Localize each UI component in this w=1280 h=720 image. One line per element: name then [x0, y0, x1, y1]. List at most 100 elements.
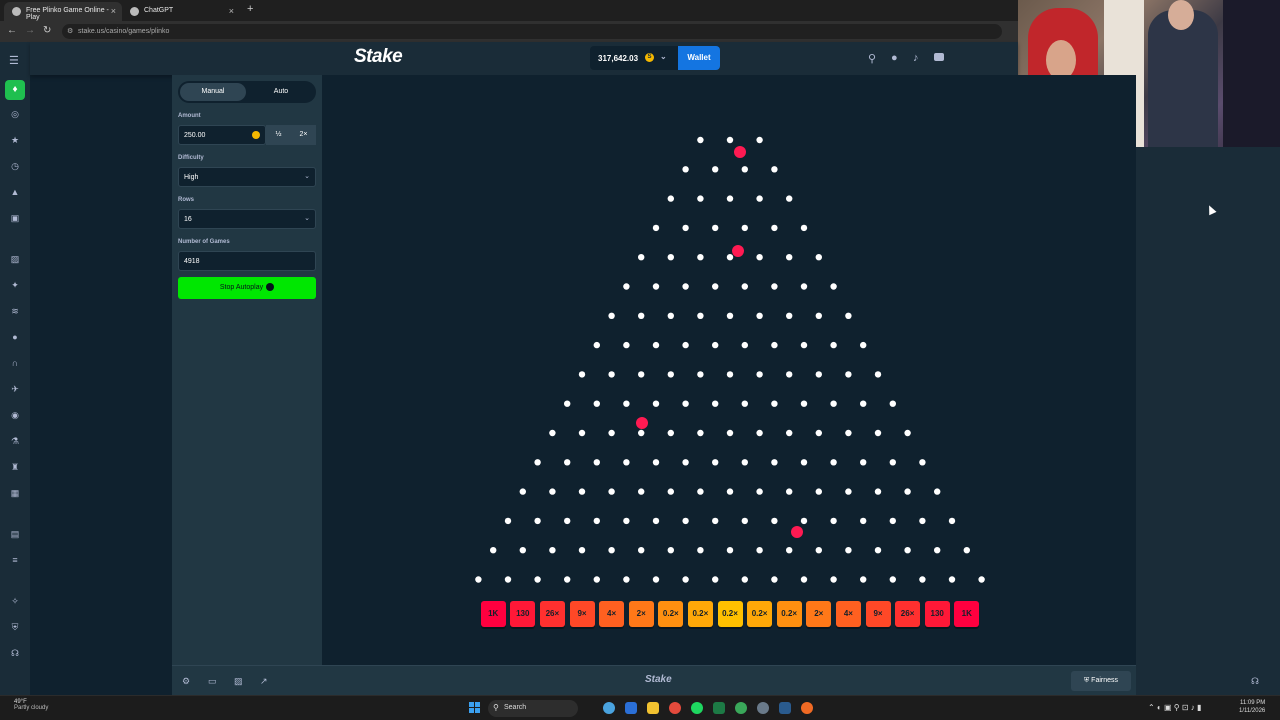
url-field[interactable]: ⚙ stake.us/casino/games/plinko — [62, 24, 1002, 39]
taskbar-clock[interactable]: 11:09 PM 1/11/2026 — [1239, 699, 1265, 715]
edge-icon[interactable] — [603, 702, 615, 714]
back-icon[interactable]: ← — [7, 25, 17, 36]
peg — [815, 488, 822, 495]
games-value: 4918 — [184, 258, 200, 265]
reload-icon[interactable]: ↻ — [43, 25, 51, 36]
chat-icon[interactable] — [934, 53, 944, 61]
peg — [845, 312, 852, 319]
close-tab-icon[interactable]: × — [229, 6, 234, 16]
system-tray[interactable]: ⌃ ◐ ▣ ⚲ ⊡ ♪ ▮ — [1148, 703, 1201, 712]
ticket-icon[interactable]: ▣ — [9, 212, 21, 224]
stop-autoplay-button[interactable]: Stop Autoplay — [178, 277, 316, 299]
peg — [490, 547, 497, 554]
dice-icon[interactable]: ▨ — [9, 253, 21, 265]
tab-auto[interactable]: Auto — [248, 83, 314, 101]
user-icon[interactable]: ● — [891, 52, 898, 64]
peg — [771, 400, 778, 407]
headset-icon[interactable]: ∩ — [9, 357, 21, 369]
rocket-icon[interactable]: ✈ — [9, 383, 21, 395]
peg — [578, 429, 586, 437]
chrome-icon[interactable] — [669, 702, 681, 714]
peg — [712, 341, 719, 349]
peg — [519, 547, 526, 554]
stats-icon[interactable]: ▨ — [234, 676, 243, 687]
double-bet-button[interactable]: 2× — [291, 125, 316, 145]
peg — [638, 312, 645, 319]
clock-icon[interactable]: ◷ — [9, 160, 21, 172]
search-icon[interactable]: ⚲ — [868, 52, 876, 65]
peg — [741, 576, 748, 583]
sport-icon[interactable]: ≋ — [9, 305, 21, 317]
taskbar-search[interactable]: ⚲ Search — [488, 700, 578, 717]
fairness-button[interactable]: ⛨ Fairness — [1071, 671, 1131, 691]
flask-icon[interactable]: ▲ — [9, 186, 21, 198]
settings-icon[interactable]: ⚙ — [182, 676, 190, 687]
list-icon[interactable]: ≡ — [9, 554, 21, 566]
games-input[interactable]: 4918 — [178, 251, 316, 271]
popout-icon[interactable]: ↗ — [260, 676, 268, 687]
spotify-icon[interactable] — [691, 702, 703, 714]
multiplier-bucket: 0.2× — [658, 601, 684, 627]
beaker-icon[interactable]: ⚗ — [9, 435, 21, 447]
support-icon[interactable]: ☊ — [9, 647, 21, 659]
casino-icon[interactable]: ♦ — [5, 80, 25, 100]
balance-selector[interactable]: 317,642.03 S ⌄ — [590, 46, 678, 70]
multiplier-bucket: 4× — [835, 601, 861, 627]
grid-icon[interactable]: ▦ — [9, 487, 21, 499]
tab-chatgpt[interactable]: ChatGPT × — [122, 2, 240, 21]
peg — [800, 400, 808, 407]
tab-manual[interactable]: Manual — [180, 83, 246, 101]
new-tab-icon[interactable]: + — [247, 3, 253, 15]
bell-icon[interactable]: ♪ — [913, 52, 919, 64]
multiplier-bucket: 9× — [569, 601, 595, 627]
half-bet-button[interactable]: ½ — [266, 125, 291, 145]
wallet-button[interactable]: Wallet — [678, 46, 720, 70]
globe-icon[interactable]: ● — [9, 331, 21, 343]
peg — [845, 371, 852, 378]
copilot-icon[interactable] — [625, 702, 637, 714]
peg — [623, 400, 630, 407]
gift-icon[interactable]: ▤ — [9, 528, 21, 540]
peg — [860, 459, 867, 466]
chevron-down-icon: ⌄ — [660, 52, 667, 61]
live-support-icon[interactable]: ☊ — [1251, 676, 1259, 687]
amount-input[interactable]: 250.00 — [178, 125, 266, 145]
multiplier-bucket: 130 — [510, 601, 536, 627]
peg — [741, 400, 748, 407]
peg — [889, 576, 896, 583]
menu-icon[interactable]: ☰ — [9, 54, 19, 67]
steam-icon[interactable] — [779, 702, 791, 714]
site-info-icon[interactable]: ⚙ — [67, 27, 73, 35]
shield-icon[interactable]: ⛨ — [9, 621, 21, 633]
weather-widget[interactable]: 49°F Partly cloudy — [14, 699, 48, 711]
close-tab-icon[interactable]: × — [111, 6, 116, 16]
sparkle-icon[interactable]: ✦ — [9, 279, 21, 291]
multiplier-bucket: 0.2× — [776, 601, 802, 627]
rows-value: 16 — [184, 216, 192, 223]
chrome-icon[interactable] — [801, 702, 813, 714]
rows-select[interactable]: 16 ⌄ — [178, 209, 316, 229]
forward-icon[interactable]: → — [25, 25, 35, 36]
difficulty-select[interactable]: High ⌄ — [178, 167, 316, 187]
peg — [712, 459, 719, 466]
file-explorer-icon[interactable] — [647, 702, 659, 714]
handshake-icon[interactable]: ✧ — [9, 595, 21, 607]
trophy-icon[interactable]: ♜ — [9, 461, 21, 473]
games-icon[interactable]: ◎ — [9, 108, 21, 120]
webcam-face — [1046, 40, 1076, 80]
peg — [726, 429, 734, 437]
clock-time: 11:09 PM — [1240, 700, 1266, 706]
browser-tab-bar: Free Plinko Game Online - Play × ChatGPT… — [0, 0, 1018, 21]
star-icon[interactable]: ★ — [9, 134, 21, 146]
peg — [608, 547, 615, 554]
peg — [830, 283, 837, 290]
chrome-icon[interactable] — [735, 702, 747, 714]
settings-app-icon[interactable] — [757, 702, 769, 714]
excel-icon[interactable] — [713, 702, 725, 714]
windows-start-icon[interactable] — [469, 702, 481, 714]
tab-plinko[interactable]: Free Plinko Game Online - Play × — [4, 2, 122, 21]
theatre-mode-icon[interactable]: ▭ — [208, 676, 217, 687]
stake-logo[interactable]: Stake — [354, 46, 403, 68]
peg — [830, 576, 837, 583]
target-icon[interactable]: ◉ — [9, 409, 21, 421]
